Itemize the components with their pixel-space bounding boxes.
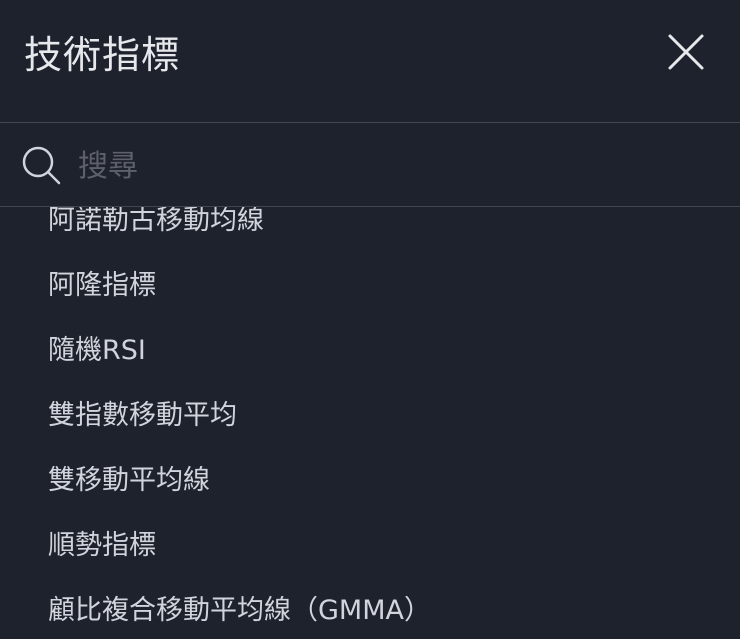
dialog-title: 技術指標 [24, 33, 181, 77]
indicator-list: 阿諾勒古移動均線 阿隆指標 隨機RSI 雙指數移動平均 雙移動平均線 順勢指標 … [0, 207, 740, 639]
list-item[interactable]: 阿諾勒古移動均線 [48, 207, 264, 241]
indicators-dialog: 技術指標 阿諾勒古移動均線 阿隆指標 隨機RSI 雙指數移動平均 雙移動平均線 … [0, 0, 740, 639]
search-icon [22, 146, 61, 185]
list-item[interactable]: 隨機RSI [48, 331, 146, 371]
close-button[interactable] [664, 30, 708, 74]
search-input[interactable] [78, 143, 698, 189]
list-item[interactable]: 顧比複合移動平均線（GMMA） [48, 591, 431, 631]
dialog-header: 技術指標 [0, 0, 740, 123]
list-item[interactable]: 雙移動平均線 [48, 461, 210, 501]
close-icon [668, 34, 704, 70]
list-item[interactable]: 雙指數移動平均 [48, 396, 237, 436]
list-item[interactable]: 阿隆指標 [48, 266, 156, 306]
list-item[interactable]: 順勢指標 [48, 526, 156, 566]
